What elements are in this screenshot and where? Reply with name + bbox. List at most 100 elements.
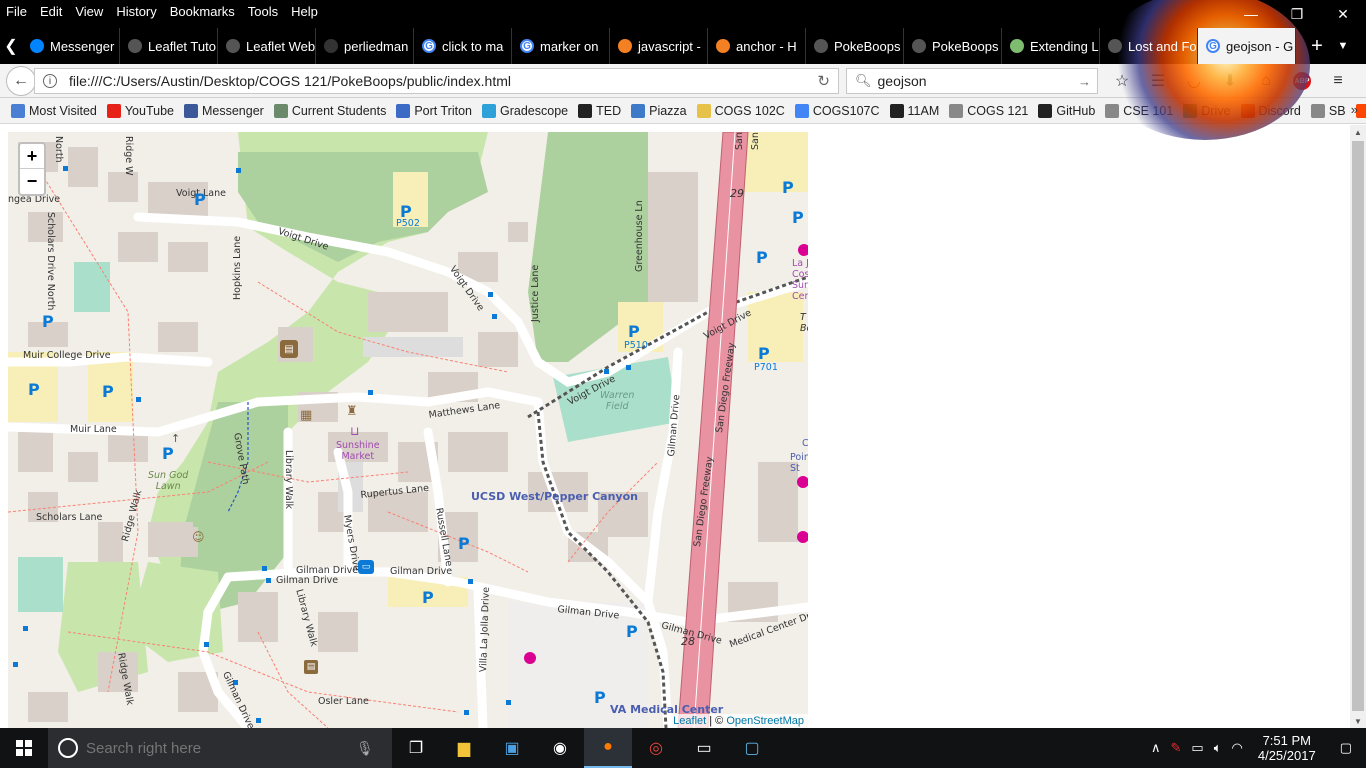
bookmark-item[interactable]: SB xyxy=(1306,103,1351,118)
tab[interactable]: Ggeojson - G xyxy=(1198,28,1296,64)
search-bar[interactable]: 🔍︎ → xyxy=(846,68,1098,94)
bookmark-item[interactable]: Discord xyxy=(1236,103,1306,118)
site-info-icon[interactable]: i xyxy=(43,74,57,88)
reload-icon[interactable]: ↻ xyxy=(817,72,830,90)
leaflet-map[interactable]: Voigt Lane Voigt Drive Voigt Drive Voigt… xyxy=(8,132,808,728)
tab[interactable]: Lost and Fo✕ xyxy=(1100,28,1198,64)
taskbar-search-input[interactable] xyxy=(86,739,356,757)
tab[interactable]: javascript - xyxy=(610,28,708,64)
tray-overflow-chevron-icon[interactable]: ∧ xyxy=(1146,740,1166,756)
home-icon[interactable]: ⌂ xyxy=(1248,66,1284,96)
bookmark-item[interactable]: Port Triton xyxy=(391,103,477,118)
map-label: UCSD West/Pepper Canyon xyxy=(471,490,638,503)
menu-bookmarks[interactable]: Bookmarks xyxy=(164,4,242,19)
bookmark-item[interactable]: Gradescope xyxy=(477,103,573,118)
tray-app-icon[interactable]: ✎ xyxy=(1166,740,1187,756)
tab-label: javascript - xyxy=(638,38,701,54)
task-view-icon[interactable]: ❐ xyxy=(392,728,440,768)
bookmark-item[interactable]: 11AM xyxy=(885,103,945,118)
close-window-button[interactable]: ✕ xyxy=(1320,0,1366,28)
bookmark-item[interactable]: GitHub xyxy=(1033,103,1100,118)
url-bar[interactable]: i file:///C:/Users/Austin/Desktop/COGS 1… xyxy=(34,68,839,94)
zoom-in-button[interactable]: + xyxy=(20,144,44,169)
osm-link[interactable]: OpenStreetMap xyxy=(726,715,804,727)
scroll-up-arrow-icon[interactable]: ▲ xyxy=(1350,125,1366,139)
terminal-icon[interactable]: ▭ xyxy=(680,728,728,768)
chart-icon xyxy=(482,103,496,118)
microphone-icon[interactable]: 🎙︎ xyxy=(356,740,374,757)
map-label: Gilman Drive xyxy=(390,566,453,577)
menu-view[interactable]: View xyxy=(69,4,110,19)
reading-list-icon[interactable]: ☰ xyxy=(1140,66,1176,96)
adblock-icon[interactable]: ABP xyxy=(1284,66,1320,96)
tab[interactable]: PokeBoops xyxy=(904,28,1002,64)
bookmark-label: YouTube xyxy=(124,103,174,118)
menu-edit[interactable]: Edit xyxy=(34,4,69,19)
bookmark-item[interactable]: Piazza xyxy=(626,103,692,118)
back-button[interactable]: ← xyxy=(6,65,36,96)
tab-scroll-left-icon[interactable]: ❮ xyxy=(0,28,22,64)
tab[interactable]: Gmarker on xyxy=(512,28,610,64)
tab[interactable]: Leaflet Web Ma xyxy=(218,28,316,64)
wifi-icon[interactable]: ◠ xyxy=(1227,740,1248,756)
volume-icon[interactable]: 🔈︎ xyxy=(1209,740,1227,756)
tab[interactable]: Messenger xyxy=(22,28,120,64)
firefox-icon[interactable]: ● xyxy=(584,728,632,768)
bookmark-item[interactable]: Current Students xyxy=(269,103,392,118)
tab-label: marker on xyxy=(540,38,599,54)
tab[interactable]: Extending L xyxy=(1002,28,1100,64)
bookmark-item[interactable]: YouTube xyxy=(102,103,179,118)
tab-list-chevron-icon[interactable]: ▼ xyxy=(1332,28,1354,64)
bookmark-item[interactable]: Drive xyxy=(1178,103,1235,118)
sports-field xyxy=(74,262,110,312)
menu-tools[interactable]: Tools xyxy=(242,4,285,19)
scroll-down-arrow-icon[interactable]: ▼ xyxy=(1350,714,1366,728)
hamburger-menu-icon[interactable]: ≡ xyxy=(1320,66,1356,96)
menu-help[interactable]: Help xyxy=(285,4,325,19)
bookmarks-overflow-icon[interactable]: » xyxy=(1351,102,1358,117)
bookmark-item[interactable]: Most Visited xyxy=(6,103,102,118)
menu-history[interactable]: History xyxy=(110,4,163,19)
map-label: Muir Lane xyxy=(70,424,117,435)
pocket-icon[interactable]: ◡ xyxy=(1176,66,1212,96)
search-go-arrow-icon[interactable]: → xyxy=(1078,74,1091,89)
bookmark-item[interactable]: COGS 102C xyxy=(692,103,790,118)
tab[interactable]: Leaflet Tuto xyxy=(120,28,218,64)
tab[interactable]: perliedman xyxy=(316,28,414,64)
bookmark-item[interactable]: Messenger xyxy=(179,103,269,118)
download-icon[interactable]: ⬇ xyxy=(1212,66,1248,96)
new-tab-button[interactable]: + xyxy=(1302,28,1332,64)
bookmark-item[interactable]: TED xyxy=(573,103,626,118)
chrome-icon[interactable]: ◎ xyxy=(632,728,680,768)
map-label: T Bo xyxy=(800,312,808,334)
bookmark-item[interactable]: CSE 101 xyxy=(1100,103,1178,118)
search-input[interactable] xyxy=(877,73,1078,89)
leaflet-link[interactable]: Leaflet xyxy=(673,715,706,727)
battery-icon[interactable]: ▭ xyxy=(1186,740,1208,756)
file-explorer-icon[interactable]: ▆ xyxy=(440,728,488,768)
clock[interactable]: 7:51 PM 4/25/2017 xyxy=(1248,733,1326,763)
maximize-button[interactable]: ❐ xyxy=(1274,0,1320,28)
tab[interactable]: PokeBoops xyxy=(806,28,904,64)
cortana-search[interactable]: 🎙︎ xyxy=(48,728,392,768)
menu-file[interactable]: File xyxy=(0,4,34,19)
library-icon: ▤ xyxy=(280,340,298,358)
tab[interactable]: anchor - H xyxy=(708,28,806,64)
app-icon[interactable]: ▢ xyxy=(728,728,776,768)
facebook-icon xyxy=(183,103,198,118)
minimize-button[interactable]: — xyxy=(1228,0,1274,28)
start-button[interactable] xyxy=(0,728,48,768)
bookmark-star-icon[interactable]: ☆ xyxy=(1104,66,1140,96)
page-scrollbar[interactable]: ▲ ▼ xyxy=(1350,125,1366,728)
tab[interactable]: Gclick to ma xyxy=(414,28,512,64)
steam-icon[interactable]: ◉ xyxy=(536,728,584,768)
url-text[interactable]: file:///C:/Users/Austin/Desktop/COGS 121… xyxy=(69,73,511,89)
bookmark-item[interactable]: COGS107C xyxy=(790,103,885,118)
scrollbar-thumb[interactable] xyxy=(1352,141,1364,711)
youtube-icon xyxy=(106,103,121,118)
parking-marker: P xyxy=(400,202,412,221)
zoom-out-button[interactable]: − xyxy=(20,169,44,194)
bookmark-item[interactable]: COGS 121 xyxy=(944,103,1033,118)
notifications-icon[interactable]: ▢ xyxy=(1326,740,1366,756)
store-icon[interactable]: ▣ xyxy=(488,728,536,768)
